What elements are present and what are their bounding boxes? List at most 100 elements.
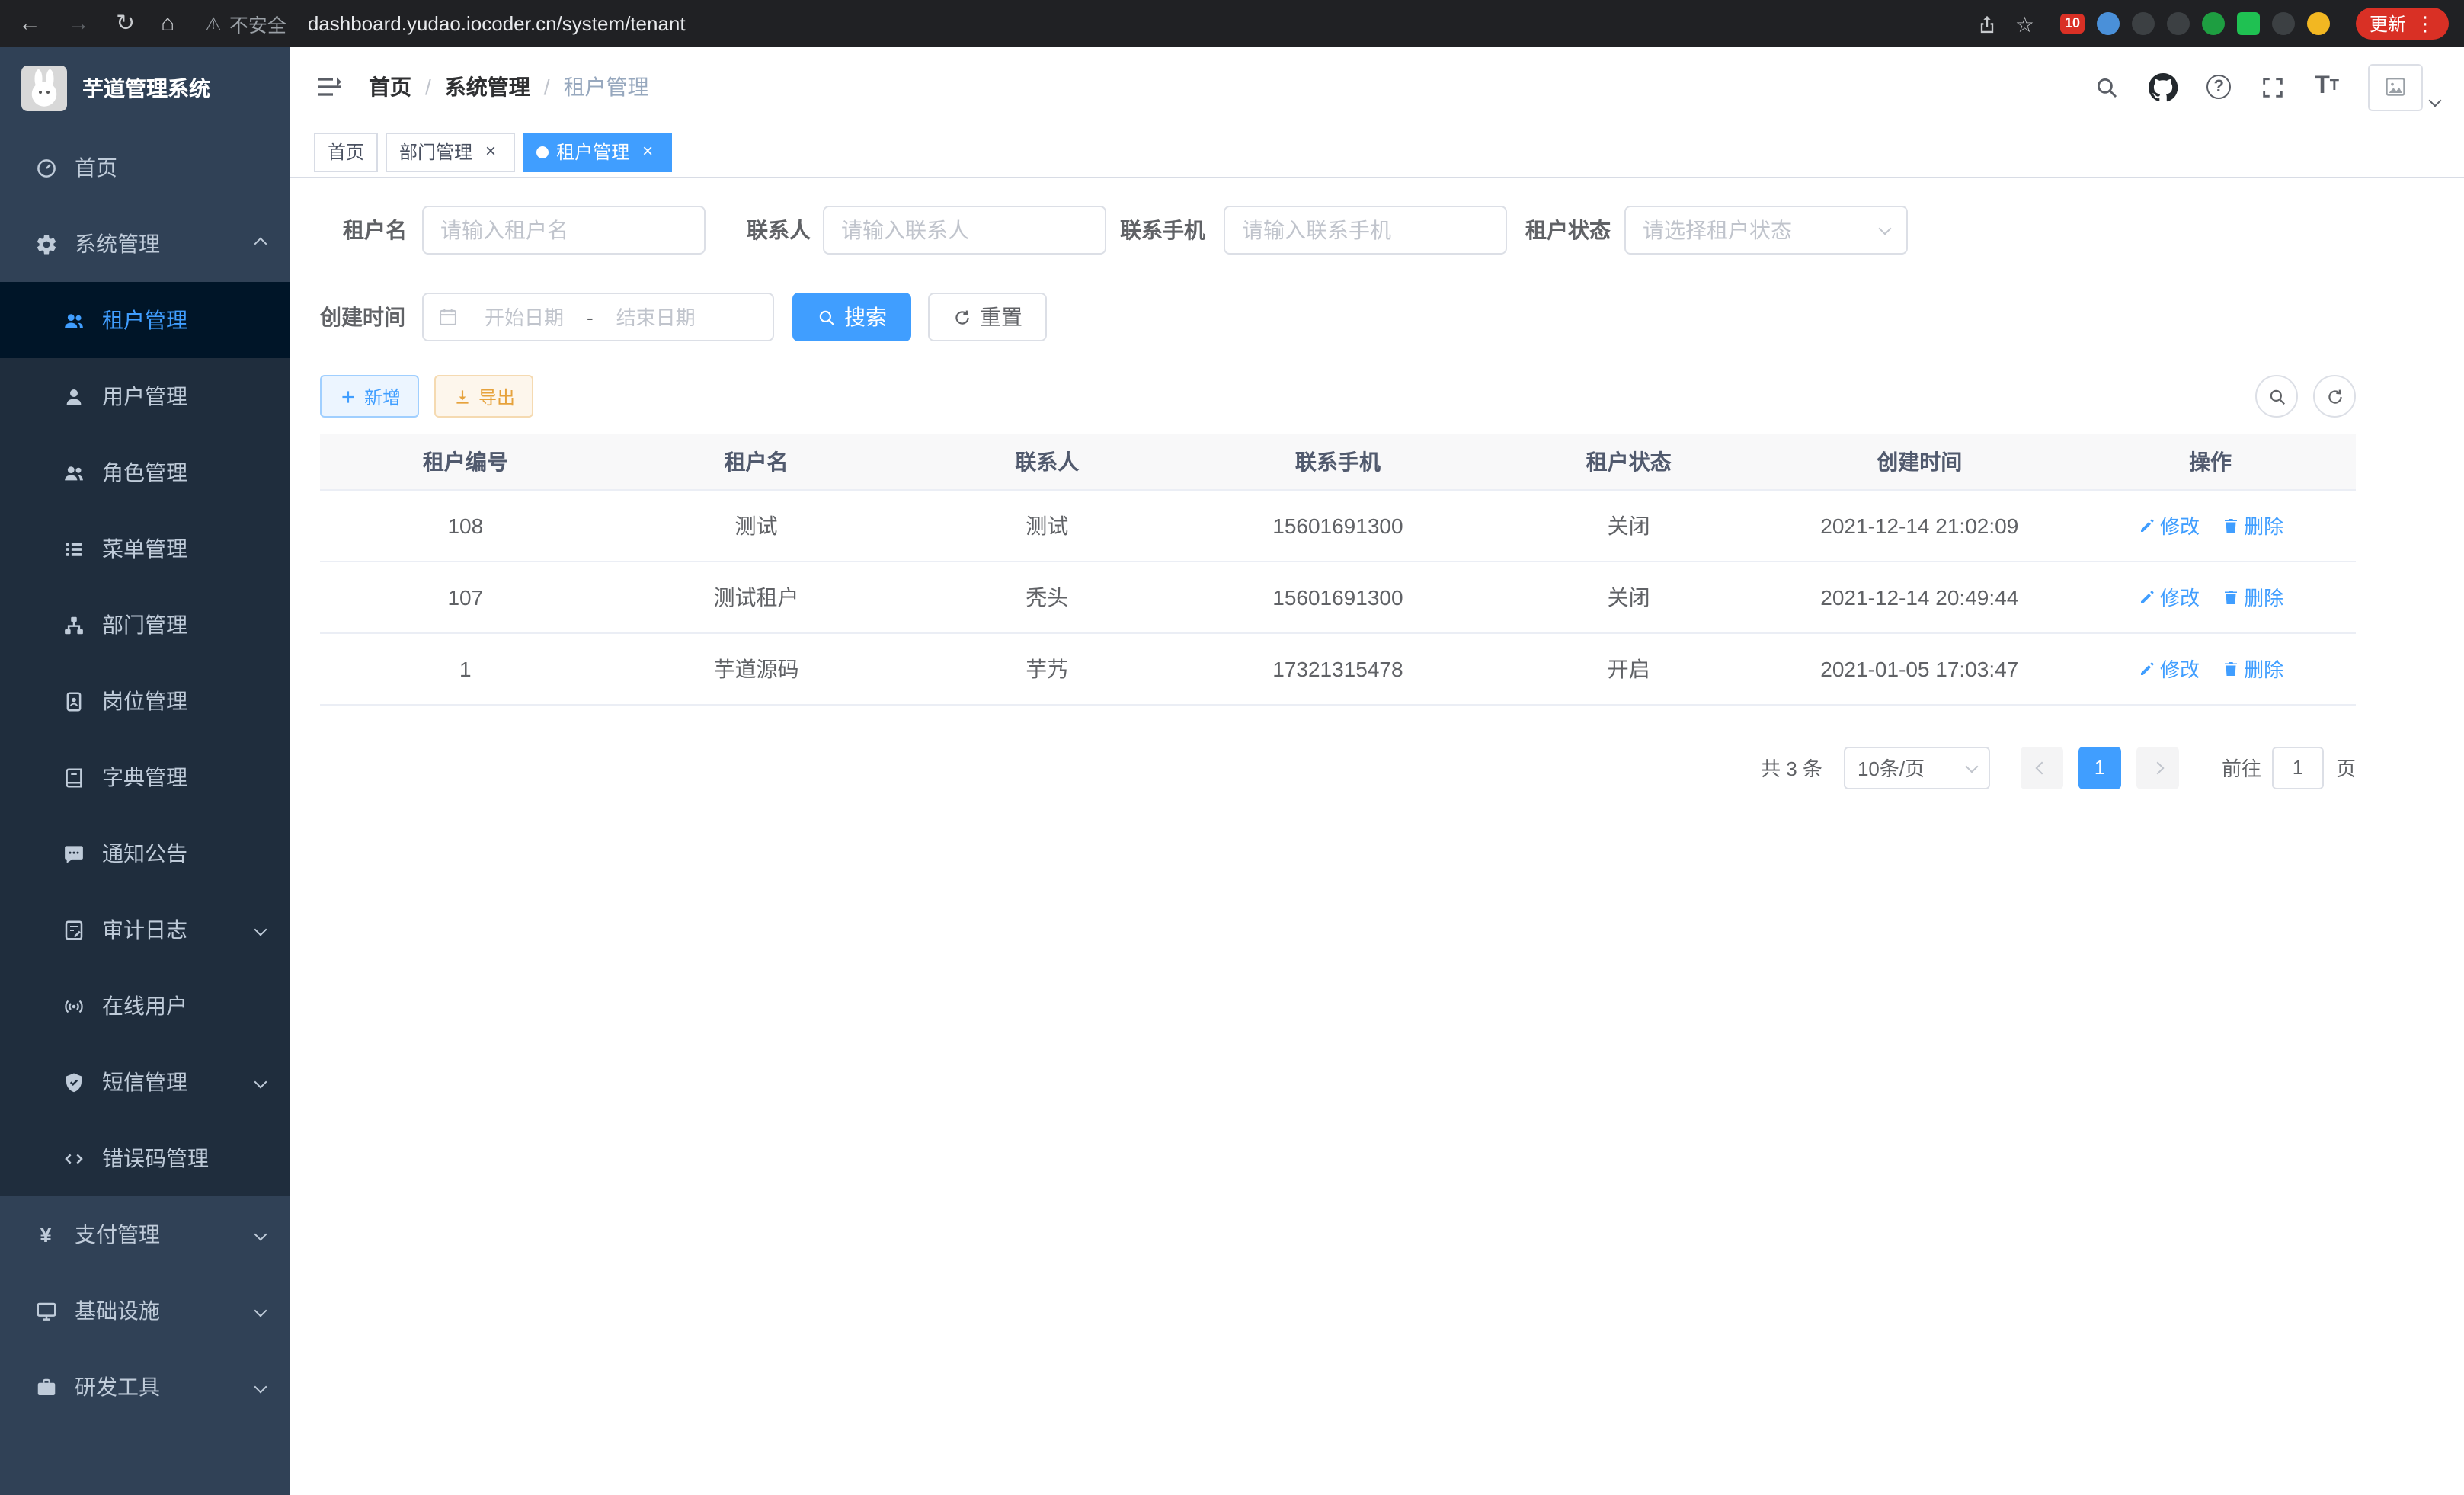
question-icon: ? — [2206, 75, 2231, 99]
start-date-input[interactable] — [465, 306, 584, 328]
avatar[interactable] — [2368, 63, 2423, 110]
sidebar-item-label: 首页 — [75, 152, 117, 183]
fullscreen-icon[interactable] — [2260, 74, 2286, 100]
sidebar-item-label: 通知公告 — [102, 838, 187, 869]
reload-icon[interactable]: ↻ — [116, 12, 135, 35]
delete-button[interactable]: 删除 — [2221, 654, 2283, 683]
reset-button-label: 重置 — [980, 302, 1022, 332]
filter-form-row-1: 租户名 联系人 联系手机 租户状态 请选择租户状态 — [320, 206, 2464, 255]
tab-home[interactable]: 首页 — [314, 132, 378, 171]
close-icon[interactable]: × — [480, 141, 501, 162]
sidebar-item-label: 审计日志 — [102, 914, 187, 945]
sidebar-item-user-management[interactable]: 用户管理 — [0, 358, 290, 434]
update-button[interactable]: 更新 ⋮ — [2356, 8, 2449, 40]
sidebar-item-post-management[interactable]: 岗位管理 — [0, 663, 290, 739]
page-size-select[interactable]: 10条/页 — [1844, 746, 1990, 789]
sidebar-item-system-management[interactable]: 系统管理 — [0, 206, 290, 282]
delete-button-label: 删除 — [2244, 511, 2283, 539]
sidebar-item-home[interactable]: 首页 — [0, 130, 290, 206]
column-header: 联系人 — [901, 434, 1192, 489]
phone-input[interactable] — [1224, 206, 1507, 255]
tenant-name-input[interactable] — [422, 206, 706, 255]
forward-icon[interactable]: → — [67, 12, 90, 35]
delete-button[interactable]: 删除 — [2221, 511, 2283, 539]
page-unit: 页 — [2336, 753, 2356, 782]
chevron-down-icon — [254, 1381, 267, 1394]
extension-badge: 10 — [2060, 14, 2085, 34]
sidebar-item-dev-tools[interactable]: 研发工具 — [0, 1349, 290, 1425]
search-button[interactable]: 搜索 — [792, 293, 911, 341]
share-icon[interactable] — [1977, 13, 1998, 34]
contact-input[interactable] — [823, 206, 1106, 255]
export-button[interactable]: 导出 — [434, 375, 533, 418]
sidebar-item-dept-management[interactable]: 部门管理 — [0, 587, 290, 663]
extension-icon[interactable] — [2272, 12, 2295, 35]
code-icon — [61, 1147, 85, 1170]
chevron-up-icon — [254, 238, 267, 251]
table-header-row: 租户编号租户名联系人联系手机租户状态创建时间操作 — [320, 434, 2356, 489]
breadcrumb-item[interactable]: 系统管理 — [445, 72, 530, 102]
add-button-label: 新增 — [364, 383, 401, 409]
extension-icon[interactable] — [2132, 12, 2155, 35]
sidebar-item-infrastructure[interactable]: 基础设施 — [0, 1273, 290, 1349]
toggle-search-button[interactable] — [2255, 375, 2298, 418]
sidebar-item-tenant-management[interactable]: 租户管理 — [0, 282, 290, 358]
url-text[interactable]: dashboard.yudao.iocoder.cn/system/tenant — [308, 12, 686, 35]
create-time-range-picker[interactable]: - — [422, 293, 774, 341]
delete-button[interactable]: 删除 — [2221, 582, 2283, 611]
tab-dept-management[interactable]: 部门管理× — [386, 132, 515, 171]
breadcrumb-item[interactable]: 首页 — [369, 72, 411, 102]
app-logo[interactable]: 芋道管理系统 — [0, 47, 290, 130]
extension-icon[interactable] — [2202, 12, 2225, 35]
back-icon[interactable]: ← — [18, 12, 41, 35]
cell-name: 测试 — [611, 489, 902, 561]
sidebar-item-role-management[interactable]: 角色管理 — [0, 434, 290, 511]
edit-button[interactable]: 修改 — [2137, 582, 2200, 611]
bookmark-star-icon[interactable]: ☆ — [2015, 13, 2034, 34]
cell-id: 107 — [320, 561, 611, 632]
tab-tenant-management[interactable]: 租户管理× — [523, 132, 672, 171]
hamburger-icon[interactable] — [314, 72, 344, 102]
address-bar[interactable]: ⚠ 不安全 dashboard.yudao.iocoder.cn/system/… — [174, 9, 1977, 38]
site-security[interactable]: ⚠ 不安全 — [205, 9, 286, 38]
edit-button[interactable]: 修改 — [2137, 511, 2200, 539]
close-icon[interactable]: × — [637, 141, 658, 162]
tenant-status-select[interactable]: 请选择租户状态 — [1624, 206, 1908, 255]
kebab-menu-icon[interactable]: ⋮ — [2415, 11, 2435, 36]
refresh-table-button[interactable] — [2313, 375, 2356, 418]
next-page-button[interactable] — [2136, 746, 2179, 789]
github-icon[interactable] — [2149, 72, 2178, 101]
end-date-input[interactable] — [597, 306, 715, 328]
sidebar-item-audit-log[interactable]: 审计日志 — [0, 892, 290, 968]
cell-name: 芋道源码 — [611, 632, 902, 704]
user-menu[interactable] — [2368, 63, 2440, 110]
reset-button[interactable]: 重置 — [928, 293, 1047, 341]
sidebar-item-error-code-management[interactable]: 错误码管理 — [0, 1120, 290, 1196]
sidebar-item-menu-management[interactable]: 菜单管理 — [0, 511, 290, 587]
goto-page-input[interactable] — [2272, 746, 2324, 789]
tab-label: 首页 — [328, 139, 364, 165]
table-row: 107测试租户秃头15601691300关闭2021-12-14 20:49:4… — [320, 561, 2356, 632]
font-size-icon[interactable]: TT — [2315, 75, 2339, 99]
monitor-icon — [34, 1299, 58, 1322]
add-button[interactable]: 新增 — [320, 375, 419, 418]
sidebar-item-label: 角色管理 — [102, 457, 187, 488]
toolbox-icon — [34, 1375, 58, 1398]
sidebar-item-notice-announcement[interactable]: 通知公告 — [0, 815, 290, 892]
edit-button[interactable]: 修改 — [2137, 654, 2200, 683]
home-icon[interactable]: ⌂ — [161, 12, 174, 35]
extension-icon[interactable] — [2097, 12, 2120, 35]
sidebar-item-dict-management[interactable]: 字典管理 — [0, 739, 290, 815]
sidebar-item-sms-management[interactable]: 短信管理 — [0, 1044, 290, 1120]
sidebar-item-label: 基础设施 — [75, 1295, 160, 1326]
help-icon[interactable]: ? — [2206, 75, 2231, 99]
page-number-button[interactable]: 1 — [2078, 746, 2121, 789]
prev-page-button[interactable] — [2021, 746, 2063, 789]
sidebar-item-payment-management[interactable]: ¥支付管理 — [0, 1196, 290, 1273]
extension-icon[interactable] — [2237, 12, 2260, 35]
extension-icon[interactable] — [2167, 12, 2190, 35]
active-tab-dot — [536, 146, 549, 158]
sidebar-item-online-users[interactable]: 在线用户 — [0, 968, 290, 1044]
extension-icon[interactable] — [2307, 12, 2330, 35]
header-search-icon[interactable] — [2094, 74, 2120, 100]
